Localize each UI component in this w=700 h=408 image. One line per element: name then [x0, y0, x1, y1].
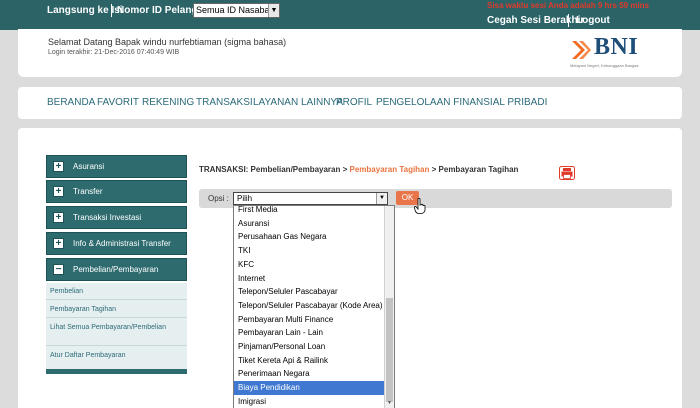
submenu-item-atur-daftar[interactable]: Atur Daftar Pembayaran: [50, 351, 125, 360]
sidebar-submenu: Pembelian Pembayaran Tagihan Lihat Semua…: [46, 283, 187, 369]
sidebar-item-label: Transfer: [73, 187, 103, 196]
divider: [46, 345, 187, 346]
sidebar-footer: [46, 369, 187, 374]
divider: [46, 299, 187, 300]
sidebar-item-label: Transaksi Investasi: [73, 213, 142, 222]
nav-beranda[interactable]: BERANDA: [47, 97, 95, 108]
nav-rekening[interactable]: REKENING: [142, 97, 194, 108]
dropdown-option[interactable]: Imigrasi: [234, 395, 384, 408]
bni-logo: BNI Melayani Negeri, Kebanggaan Bangsa: [570, 34, 660, 70]
opsi-dropdown-list[interactable]: First Media Asuransi Perusahaan Gas Negara…: [233, 205, 395, 408]
customer-id-select-value: Semua ID Nasabah: [196, 5, 275, 15]
logo-wordmark: BNI: [594, 34, 639, 60]
logout-link[interactable]: Logout: [576, 15, 610, 26]
nav-layanan-lainnya[interactable]: LAYANAN LAINNYA: [253, 97, 343, 108]
submenu-item-lihat-semua[interactable]: Lihat Semua Pembayaran/Pembelian: [50, 323, 170, 332]
dropdown-option[interactable]: Pinjaman/Personal Loan: [234, 340, 384, 354]
dropdown-option[interactable]: Pembayaran Multi Finance: [234, 313, 384, 327]
opsi-select-value: Pilih: [237, 194, 253, 203]
bni-logo-mark-icon: [572, 41, 591, 59]
breadcrumb: TRANSAKSI: Pembelian/Pembayaran > Pembay…: [199, 165, 518, 174]
sidebar-item-pembelian-pembayaran[interactable]: − Pembelian/Pembayaran: [46, 258, 187, 281]
logo-tagline: Melayani Negeri, Kebanggaan Bangsa: [570, 63, 639, 68]
customer-id-select[interactable]: Semua ID Nasabah ▼: [193, 3, 280, 18]
printer-icon[interactable]: [559, 166, 575, 180]
hand-cursor-icon: [414, 198, 426, 214]
dropdown-scrollbar[interactable]: ▼: [384, 206, 394, 408]
chevron-down-icon: ▼: [376, 193, 387, 204]
greeting-panel: Selamat Datang Bapak windu nurfebtiaman …: [18, 29, 682, 77]
dropdown-option[interactable]: TKI: [234, 244, 384, 258]
sidebar-item-asuransi[interactable]: + Asuransi: [46, 155, 187, 178]
separator: [568, 14, 569, 27]
session-timer: Sisa waktu sesi Anda adalah 9 hrs 59 min…: [487, 1, 649, 10]
breadcrumb-suffix: > Pembayaran Tagihan: [431, 165, 519, 174]
minus-icon: −: [53, 264, 64, 275]
dropdown-option[interactable]: Telepon/Seluler Pascabayar: [234, 285, 384, 299]
extend-session-link[interactable]: Cegah Sesi Berakhir: [487, 15, 584, 26]
dropdown-option[interactable]: Biaya Pendidikan: [234, 381, 384, 395]
dropdown-option[interactable]: Telepon/Seluler Pascabayar (Kode Area): [234, 299, 384, 313]
plus-icon: +: [53, 238, 64, 249]
welcome-text: Selamat Datang Bapak windu nurfebtiaman …: [48, 37, 287, 47]
separator: [111, 4, 112, 17]
breadcrumb-prefix: TRANSAKSI: Pembelian/Pembayaran >: [199, 165, 348, 174]
dropdown-option[interactable]: Penerimaan Negara: [234, 367, 384, 381]
main-navigation: BERANDA FAVORIT REKENING TRANSAKSI LAYAN…: [18, 87, 682, 119]
dropdown-option[interactable]: First Media: [234, 206, 384, 217]
submenu-item-pembayaran-tagihan[interactable]: Pembayaran Tagihan: [50, 305, 116, 314]
sidebar-item-label: Asuransi: [73, 162, 105, 171]
plus-icon: +: [53, 186, 64, 197]
plus-icon: +: [53, 161, 64, 172]
opsi-select[interactable]: Pilih ▼: [233, 192, 388, 205]
nav-profil[interactable]: PROFIL: [336, 97, 372, 108]
dropdown-option[interactable]: Tiket Kereta Api & Railink: [234, 354, 384, 368]
opsi-label: Opsi :: [208, 194, 229, 203]
top-bar: Langsung ke Isi Nomor ID Pelanggan : Sem…: [0, 0, 700, 30]
nav-transaksi[interactable]: TRANSAKSI: [196, 97, 253, 108]
sidebar-item-label: Pembelian/Pembayaran: [73, 265, 159, 274]
dropdown-option[interactable]: Asuransi: [234, 217, 384, 231]
dropdown-option[interactable]: Internet: [234, 272, 384, 286]
arrow-down-icon[interactable]: ▼: [386, 400, 393, 408]
sidebar-item-transfer[interactable]: + Transfer: [46, 180, 187, 203]
nav-pengelolaan-finansial[interactable]: PENGELOLAAN FINANSIAL PRIBADI: [376, 97, 547, 108]
plus-icon: +: [53, 212, 64, 223]
dropdown-option[interactable]: Perusahaan Gas Negara: [234, 230, 384, 244]
submenu-item-pembelian[interactable]: Pembelian: [50, 287, 83, 296]
sidebar-item-label: Info & Administrasi Transfer: [73, 239, 171, 248]
dropdown-option[interactable]: KFC: [234, 258, 384, 272]
nav-favorit[interactable]: FAVORIT: [97, 97, 139, 108]
sidebar-item-info-administrasi[interactable]: + Info & Administrasi Transfer: [46, 232, 187, 255]
divider: [46, 317, 187, 318]
dropdown-option[interactable]: Pembayaran Lain - Lain: [234, 326, 384, 340]
last-login-text: Login terakhir: 21-Dec-2016 07:40:49 WIB: [48, 49, 180, 56]
chevron-down-icon: ▼: [268, 4, 279, 17]
scrollbar-thumb[interactable]: [386, 298, 393, 402]
breadcrumb-link[interactable]: Pembayaran Tagihan: [350, 165, 430, 174]
sidebar-item-transaksi-investasi[interactable]: + Transaksi Investasi: [46, 206, 187, 229]
